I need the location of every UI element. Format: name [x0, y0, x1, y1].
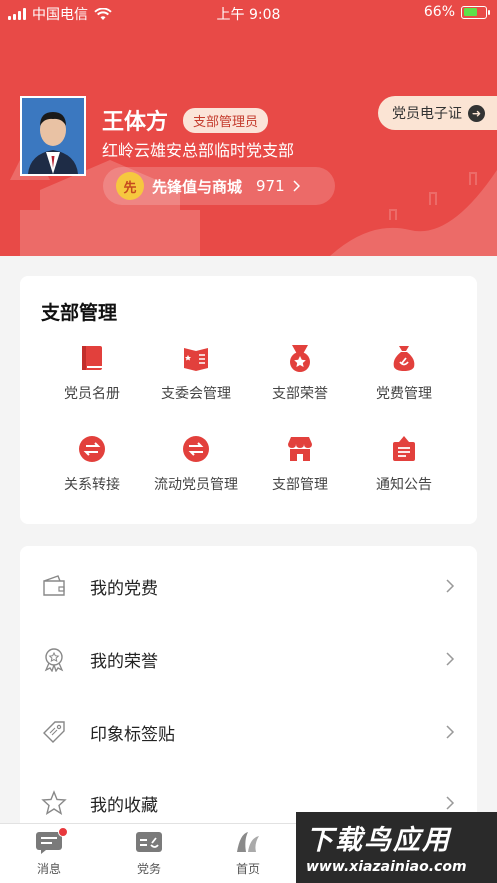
store-icon [288, 437, 312, 461]
watermark-title: 下载鸟应用 [306, 825, 451, 856]
notice-icon [393, 436, 415, 461]
tab-messages[interactable]: 消息 [14, 827, 84, 877]
avatar[interactable] [20, 96, 86, 176]
grid-item-committee[interactable]: 支委会管理 [141, 343, 251, 403]
grid-item-mobile-member[interactable]: 流动党员管理 [141, 434, 251, 494]
unread-dot [58, 827, 68, 837]
mobile-member-icon [183, 436, 209, 462]
committee-icon [184, 348, 208, 371]
grid-item-transfer[interactable]: 关系转接 [37, 434, 147, 494]
star-icon [41, 790, 67, 816]
grid-item-honor[interactable]: 支部荣誉 [245, 343, 355, 403]
battery-icon [461, 5, 490, 19]
money-bag-icon [393, 346, 415, 371]
pioneer-label: 先锋值与商城 [152, 177, 243, 196]
watermark-url: www.xiazainiao.com [306, 859, 467, 875]
chevron-right-icon [293, 180, 300, 192]
home-logo-icon [234, 830, 262, 854]
list-item-impression-tags[interactable]: 印象标签贴 [20, 696, 477, 768]
arrow-right-circle-icon: ➜ [468, 104, 485, 122]
organization-name: 红岭云雄安总部临时党支部 [102, 141, 295, 160]
role-badge: 支部管理员 [183, 108, 269, 133]
personal-list-card: 我的党费 我的荣誉 印象标签贴 我的收藏 [20, 546, 477, 846]
pioneer-coin-icon: 先 [116, 172, 144, 200]
chevron-right-icon [446, 652, 455, 666]
e-card-button[interactable]: 党员电子证 ➜ [378, 96, 497, 130]
e-card-label: 党员电子证 [392, 106, 462, 122]
tab-party-affairs[interactable]: 党务 [114, 830, 184, 877]
user-name: 王体方 [102, 110, 169, 135]
branch-management-card: 支部管理 党员名册 支委会管理 支部荣誉 党费管理 关系转接 流动党员管理 支部… [20, 276, 477, 524]
battery-percent: 66% [423, 4, 455, 20]
grid-item-roster[interactable]: 党员名册 [37, 343, 147, 403]
grid-item-notice[interactable]: 通知公告 [349, 434, 459, 494]
transfer-icon [79, 436, 105, 462]
award-icon [44, 648, 64, 672]
status-time: 上午 9:08 [216, 7, 281, 23]
tab-home[interactable]: 首页 [213, 830, 283, 877]
roster-book-icon [82, 346, 102, 370]
medal-icon [290, 345, 310, 372]
section-title: 支部管理 [41, 302, 118, 324]
list-item-my-honor[interactable]: 我的荣誉 [20, 623, 477, 695]
chevron-right-icon [446, 579, 455, 593]
status-bar: 中国电信 上午 9:08 66% [0, 0, 497, 26]
pioneer-score: 971 [256, 177, 285, 195]
site-watermark: 下载鸟应用 www.xiazainiao.com [296, 812, 497, 883]
grid-item-fee[interactable]: 党费管理 [349, 343, 459, 403]
pioneer-store-button[interactable]: 先 先锋值与商城 971 [103, 167, 335, 205]
list-item-my-fee[interactable]: 我的党费 [20, 550, 477, 622]
message-icon [35, 827, 68, 854]
wallet-icon [43, 575, 65, 596]
profile-header: 中国电信 上午 9:08 66% 王体方 支部管理员 红岭云雄安总部临时党支部 … [0, 0, 497, 256]
grid-item-branch[interactable]: 支部管理 [245, 434, 355, 494]
party-affairs-icon [135, 830, 163, 854]
chevron-right-icon [446, 796, 455, 810]
chevron-right-icon [446, 725, 455, 739]
great-wall-decoration [330, 170, 497, 256]
tag-icon [43, 721, 65, 743]
